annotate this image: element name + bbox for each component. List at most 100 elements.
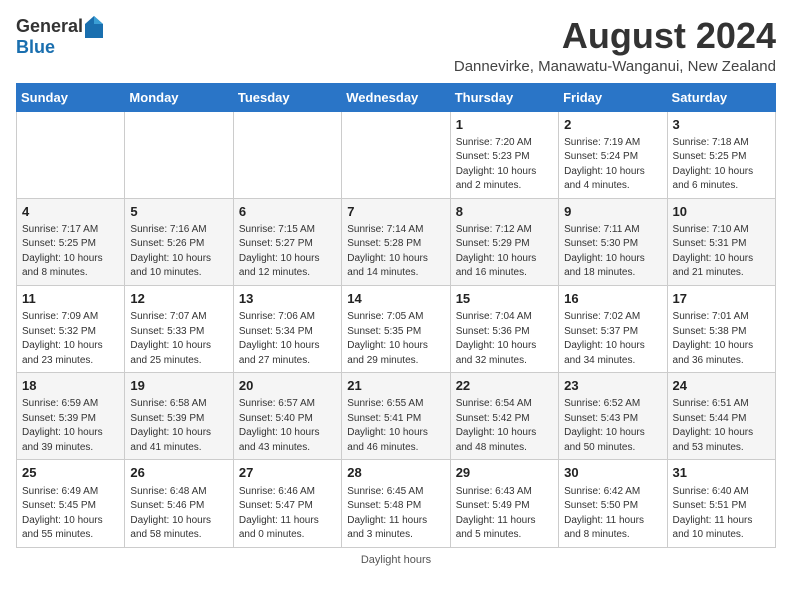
day-number: 9 xyxy=(564,203,661,221)
day-number: 3 xyxy=(673,116,770,134)
day-number: 10 xyxy=(673,203,770,221)
calendar-day-cell: 23 Sunrise: 6:52 AM Sunset: 5:43 PM Dayli… xyxy=(559,373,667,460)
day-info: Sunrise: 6:52 AM Sunset: 5:43 PM Dayligh… xyxy=(564,397,661,455)
calendar-week-row: 11 Sunrise: 7:09 AM Sunset: 5:32 PM Dayli… xyxy=(17,285,776,372)
day-number: 31 xyxy=(673,464,770,482)
month-year-title: August 2024 xyxy=(454,16,776,56)
day-info: Sunrise: 6:57 AM Sunset: 5:40 PM Dayligh… xyxy=(239,397,336,455)
day-info: Sunrise: 7:09 AM Sunset: 5:32 PM Dayligh… xyxy=(22,310,119,368)
calendar-weekday-header: Tuesday xyxy=(233,83,341,111)
calendar-day-cell: 12 Sunrise: 7:07 AM Sunset: 5:33 PM Dayli… xyxy=(125,285,233,372)
day-number: 7 xyxy=(347,203,444,221)
calendar-week-row: 18Sunrise: 6:59 AM Sunset: 5:39 PM Dayli… xyxy=(17,373,776,460)
calendar-weekday-header: Thursday xyxy=(450,83,558,111)
day-info: Sunrise: 7:04 AM Sunset: 5:36 PM Dayligh… xyxy=(456,310,553,368)
calendar-day-cell: 26Sunrise: 6:48 AM Sunset: 5:46 PM Dayli… xyxy=(125,460,233,547)
day-info: Sunrise: 7:14 AM Sunset: 5:28 PM Dayligh… xyxy=(347,223,444,281)
day-number: 13 xyxy=(239,290,336,308)
day-number: 2 xyxy=(564,116,661,134)
logo-general: General xyxy=(16,17,83,37)
day-number: 4 xyxy=(22,203,119,221)
day-info: Sunrise: 6:51 AM Sunset: 5:44 PM Dayligh… xyxy=(673,397,770,455)
day-info: Sunrise: 7:02 AM Sunset: 5:37 PM Dayligh… xyxy=(564,310,661,368)
calendar-week-row: 1 Sunrise: 7:20 AM Sunset: 5:23 PM Daylig… xyxy=(17,111,776,198)
day-info: Sunrise: 7:01 AM Sunset: 5:38 PM Dayligh… xyxy=(673,310,770,368)
day-info: Sunrise: 7:20 AM Sunset: 5:23 PM Dayligh… xyxy=(456,136,553,194)
calendar-day-cell: 29Sunrise: 6:43 AM Sunset: 5:49 PM Dayli… xyxy=(450,460,558,547)
day-number: 21 xyxy=(347,377,444,395)
location-subtitle: Dannevirke, Manawatu-Wanganui, New Zeala… xyxy=(454,58,776,75)
day-info: Sunrise: 6:58 AM Sunset: 5:39 PM Dayligh… xyxy=(130,397,227,455)
day-number: 22 xyxy=(456,377,553,395)
calendar-day-cell: 2 Sunrise: 7:19 AM Sunset: 5:24 PM Daylig… xyxy=(559,111,667,198)
calendar-day-cell: 31Sunrise: 6:40 AM Sunset: 5:51 PM Dayli… xyxy=(667,460,775,547)
calendar-week-row: 25Sunrise: 6:49 AM Sunset: 5:45 PM Dayli… xyxy=(17,460,776,547)
day-number: 15 xyxy=(456,290,553,308)
calendar-weekday-header: Saturday xyxy=(667,83,775,111)
logo-blue: Blue xyxy=(16,37,55,57)
day-number: 30 xyxy=(564,464,661,482)
calendar-day-cell: 7 Sunrise: 7:14 AM Sunset: 5:28 PM Daylig… xyxy=(342,198,450,285)
calendar-day-cell: 17 Sunrise: 7:01 AM Sunset: 5:38 PM Dayli… xyxy=(667,285,775,372)
day-info: Sunrise: 6:54 AM Sunset: 5:42 PM Dayligh… xyxy=(456,397,553,455)
day-number: 17 xyxy=(673,290,770,308)
calendar-day-cell: 16 Sunrise: 7:02 AM Sunset: 5:37 PM Dayli… xyxy=(559,285,667,372)
footer-note: Daylight hours xyxy=(16,554,776,566)
calendar-day-cell xyxy=(233,111,341,198)
calendar-day-cell: 9 Sunrise: 7:11 AM Sunset: 5:30 PM Daylig… xyxy=(559,198,667,285)
day-info: Sunrise: 7:05 AM Sunset: 5:35 PM Dayligh… xyxy=(347,310,444,368)
calendar-day-cell xyxy=(125,111,233,198)
day-info: Sunrise: 6:49 AM Sunset: 5:45 PM Dayligh… xyxy=(22,485,119,543)
day-number: 5 xyxy=(130,203,227,221)
day-number: 11 xyxy=(22,290,119,308)
calendar-weekday-header: Wednesday xyxy=(342,83,450,111)
day-number: 24 xyxy=(673,377,770,395)
calendar-day-cell: 10 Sunrise: 7:10 AM Sunset: 5:31 PM Dayli… xyxy=(667,198,775,285)
calendar-day-cell: 14 Sunrise: 7:05 AM Sunset: 5:35 PM Dayli… xyxy=(342,285,450,372)
calendar-day-cell: 24 Sunrise: 6:51 AM Sunset: 5:44 PM Dayli… xyxy=(667,373,775,460)
day-info: Sunrise: 6:48 AM Sunset: 5:46 PM Dayligh… xyxy=(130,485,227,543)
calendar-day-cell: 22 Sunrise: 6:54 AM Sunset: 5:42 PM Dayli… xyxy=(450,373,558,460)
day-info: Sunrise: 7:19 AM Sunset: 5:24 PM Dayligh… xyxy=(564,136,661,194)
calendar-day-cell: 18Sunrise: 6:59 AM Sunset: 5:39 PM Dayli… xyxy=(17,373,125,460)
day-info: Sunrise: 6:59 AM Sunset: 5:39 PM Dayligh… xyxy=(22,397,119,455)
calendar-weekday-header: Monday xyxy=(125,83,233,111)
day-number: 23 xyxy=(564,377,661,395)
day-info: Sunrise: 7:06 AM Sunset: 5:34 PM Dayligh… xyxy=(239,310,336,368)
calendar-day-cell: 5 Sunrise: 7:16 AM Sunset: 5:26 PM Daylig… xyxy=(125,198,233,285)
logo: General Blue xyxy=(16,16,103,58)
day-info: Sunrise: 7:11 AM Sunset: 5:30 PM Dayligh… xyxy=(564,223,661,281)
calendar-day-cell: 19 Sunrise: 6:58 AM Sunset: 5:39 PM Dayli… xyxy=(125,373,233,460)
day-info: Sunrise: 7:16 AM Sunset: 5:26 PM Dayligh… xyxy=(130,223,227,281)
day-info: Sunrise: 6:46 AM Sunset: 5:47 PM Dayligh… xyxy=(239,485,336,543)
day-info: Sunrise: 7:07 AM Sunset: 5:33 PM Dayligh… xyxy=(130,310,227,368)
day-number: 16 xyxy=(564,290,661,308)
day-number: 19 xyxy=(130,377,227,395)
day-info: Sunrise: 6:42 AM Sunset: 5:50 PM Dayligh… xyxy=(564,485,661,543)
calendar-weekday-header: Friday xyxy=(559,83,667,111)
calendar-day-cell: 27 Sunrise: 6:46 AM Sunset: 5:47 PM Dayli… xyxy=(233,460,341,547)
day-info: Sunrise: 7:15 AM Sunset: 5:27 PM Dayligh… xyxy=(239,223,336,281)
calendar-day-cell xyxy=(17,111,125,198)
day-info: Sunrise: 6:45 AM Sunset: 5:48 PM Dayligh… xyxy=(347,485,444,543)
day-number: 8 xyxy=(456,203,553,221)
day-info: Sunrise: 7:18 AM Sunset: 5:25 PM Dayligh… xyxy=(673,136,770,194)
day-number: 14 xyxy=(347,290,444,308)
logo-icon xyxy=(85,16,103,38)
calendar-day-cell: 3 Sunrise: 7:18 AM Sunset: 5:25 PM Daylig… xyxy=(667,111,775,198)
calendar-day-cell: 11 Sunrise: 7:09 AM Sunset: 5:32 PM Dayli… xyxy=(17,285,125,372)
day-number: 12 xyxy=(130,290,227,308)
day-number: 6 xyxy=(239,203,336,221)
calendar-day-cell: 25Sunrise: 6:49 AM Sunset: 5:45 PM Dayli… xyxy=(17,460,125,547)
calendar-day-cell: 21 Sunrise: 6:55 AM Sunset: 5:41 PM Dayli… xyxy=(342,373,450,460)
calendar-day-cell: 30 Sunrise: 6:42 AM Sunset: 5:50 PM Dayli… xyxy=(559,460,667,547)
day-info: Sunrise: 6:55 AM Sunset: 5:41 PM Dayligh… xyxy=(347,397,444,455)
calendar-day-cell: 20Sunrise: 6:57 AM Sunset: 5:40 PM Dayli… xyxy=(233,373,341,460)
calendar-header-row: SundayMondayTuesdayWednesdayThursdayFrid… xyxy=(17,83,776,111)
day-number: 1 xyxy=(456,116,553,134)
day-number: 27 xyxy=(239,464,336,482)
day-info: Sunrise: 7:12 AM Sunset: 5:29 PM Dayligh… xyxy=(456,223,553,281)
calendar-day-cell: 6 Sunrise: 7:15 AM Sunset: 5:27 PM Daylig… xyxy=(233,198,341,285)
day-info: Sunrise: 7:10 AM Sunset: 5:31 PM Dayligh… xyxy=(673,223,770,281)
calendar-day-cell: 28Sunrise: 6:45 AM Sunset: 5:48 PM Dayli… xyxy=(342,460,450,547)
